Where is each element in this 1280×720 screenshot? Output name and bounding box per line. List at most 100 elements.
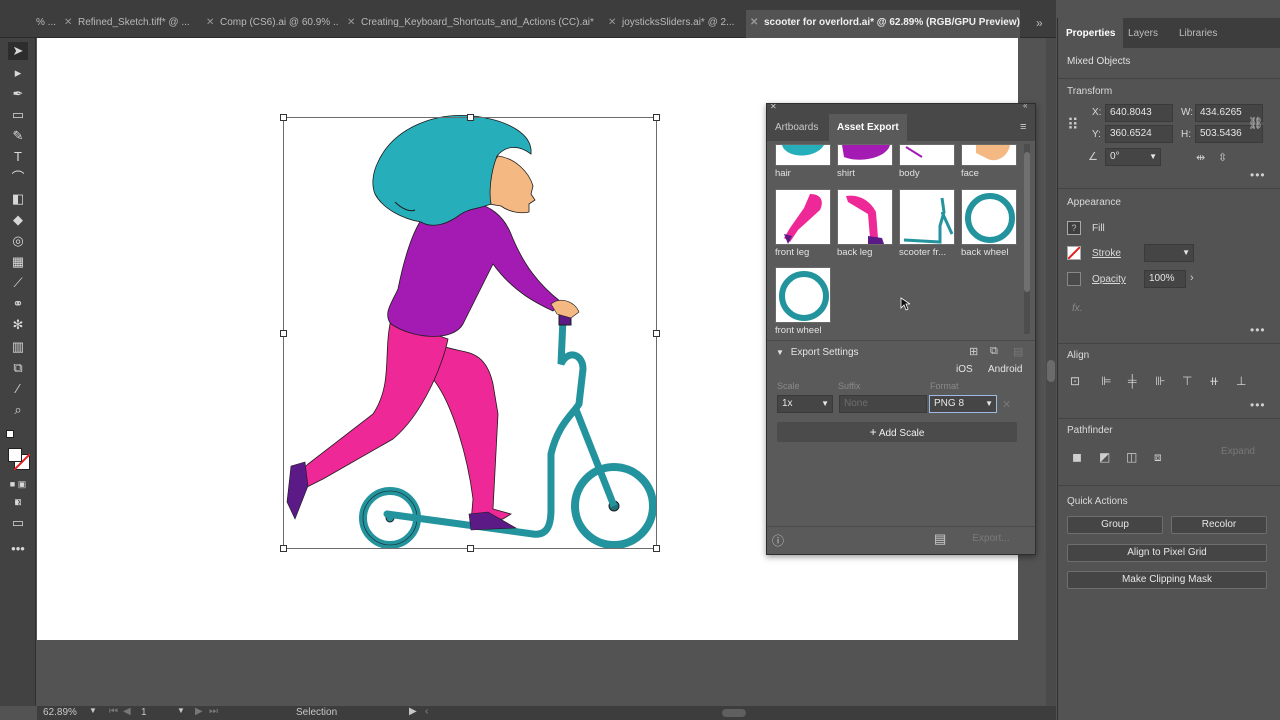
asset-item[interactable]: face: [961, 144, 1017, 179]
opacity-label[interactable]: Opacity: [1092, 274, 1126, 285]
expand-button[interactable]: Expand: [1211, 443, 1265, 461]
close-icon[interactable]: ✕: [750, 10, 764, 36]
resize-handle[interactable]: [280, 114, 287, 121]
close-icon[interactable]: ✕: [64, 10, 78, 36]
vertical-scrollbar[interactable]: [1046, 38, 1056, 706]
asset-item[interactable]: shirt: [837, 144, 893, 179]
y-field[interactable]: 360.6524: [1105, 125, 1173, 143]
exclude-icon[interactable]: ⧈: [1154, 450, 1162, 465]
asset-item[interactable]: body: [899, 144, 955, 179]
more-options-icon[interactable]: •••: [1250, 398, 1266, 412]
align-to-pixel-grid-button[interactable]: Align to Pixel Grid: [1067, 544, 1267, 562]
suffix-input[interactable]: None: [839, 395, 927, 413]
tab-libraries[interactable]: Libraries: [1171, 18, 1225, 48]
document-tab[interactable]: ✕ Refined_Sketch.tiff* @ ...: [64, 10, 196, 38]
zoom-level[interactable]: 62.89%: [43, 707, 77, 718]
unite-icon[interactable]: ◼: [1072, 450, 1082, 464]
effects-icon[interactable]: fx.: [1072, 303, 1083, 314]
artboard-tool-icon[interactable]: ⧉: [8, 359, 28, 377]
slice-tool-icon[interactable]: ⁄: [8, 380, 28, 398]
asset-list-scrollbar[interactable]: [1024, 144, 1030, 334]
stroke-weight-field[interactable]: ▼: [1144, 244, 1194, 262]
scale-select[interactable]: 1x ▼: [777, 395, 833, 413]
x-field[interactable]: 640.8043: [1105, 104, 1173, 122]
symbol-sprayer-tool-icon[interactable]: ✻: [8, 316, 28, 334]
curvature-tool-icon[interactable]: ⌒: [8, 169, 28, 187]
asset-item[interactable]: scooter fr...: [899, 189, 955, 258]
previous-artboard-icon[interactable]: ◀: [123, 706, 131, 717]
collapse-icon[interactable]: «: [1023, 101, 1027, 110]
resize-handle[interactable]: [653, 330, 660, 337]
rotate-field[interactable]: 0° ▼: [1105, 148, 1161, 166]
align-bottom-icon[interactable]: ⊥: [1236, 374, 1246, 388]
resize-handle[interactable]: [280, 330, 287, 337]
reference-point-icon[interactable]: ⠿: [1067, 115, 1079, 135]
asset-item[interactable]: back leg: [837, 189, 893, 258]
disclosure-triangle-icon[interactable]: ▼: [776, 348, 784, 357]
status-menu-icon[interactable]: ▶: [409, 706, 417, 717]
first-artboard-icon[interactable]: ⏮: [109, 706, 118, 717]
constrain-proportions-icon[interactable]: ⛓: [1248, 116, 1263, 130]
panel-header-bar[interactable]: ✕ «: [767, 101, 1035, 114]
selection-bounding-box[interactable]: [280, 114, 660, 552]
zoom-tool-icon[interactable]: ⌕: [8, 401, 28, 419]
export-settings-header[interactable]: ▼ Export Settings: [776, 347, 859, 358]
resize-handle[interactable]: [653, 114, 660, 121]
eraser-tool-icon[interactable]: ◆: [8, 211, 28, 229]
direct-selection-tool-icon[interactable]: ▸: [8, 64, 28, 82]
resize-handle[interactable]: [653, 545, 660, 552]
rectangle-tool-icon[interactable]: ▭: [8, 106, 28, 124]
blend-tool-icon[interactable]: ⚭: [8, 295, 28, 313]
add-asset-icon[interactable]: ⊞: [969, 345, 978, 358]
scrollbar-thumb[interactable]: [1024, 152, 1030, 292]
chevron-down-icon[interactable]: ▼: [89, 706, 97, 715]
scrollbar-thumb[interactable]: [1047, 360, 1055, 382]
export-button[interactable]: Export...: [955, 531, 1027, 547]
close-icon[interactable]: ✕: [347, 10, 361, 36]
android-preset[interactable]: Android: [988, 364, 1022, 375]
more-tools-icon[interactable]: •••: [8, 540, 28, 558]
fill-label[interactable]: Fill: [1092, 223, 1105, 234]
tab-layers[interactable]: Layers: [1120, 18, 1166, 48]
column-graph-tool-icon[interactable]: ▥: [8, 338, 28, 356]
document-tab[interactable]: ✕ Comp (CS6).ai @ 60.9% ...: [206, 10, 338, 38]
delete-icon[interactable]: ▤: [1013, 345, 1023, 358]
chevron-right-icon[interactable]: ›: [1190, 272, 1194, 284]
horizontal-scrollbar-thumb[interactable]: [722, 709, 746, 717]
resize-handle[interactable]: [467, 545, 474, 552]
asset-item[interactable]: back wheel: [961, 189, 1017, 258]
ios-preset[interactable]: iOS: [956, 364, 973, 375]
info-icon[interactable]: ⓘ: [772, 532, 784, 549]
opacity-field[interactable]: 100%: [1144, 270, 1186, 288]
align-vertical-center-icon[interactable]: ⧺: [1209, 374, 1219, 388]
artboard-number[interactable]: 1: [141, 707, 147, 718]
tabs-overflow-icon[interactable]: »: [1036, 16, 1043, 30]
eyedropper-tool-icon[interactable]: ⟋: [8, 274, 28, 292]
resize-handle[interactable]: [280, 545, 287, 552]
resize-handle[interactable]: [467, 114, 474, 121]
flip-vertical-icon[interactable]: ⇳: [1218, 151, 1227, 164]
reflect-tool-icon[interactable]: ◧: [8, 190, 28, 208]
drawing-mode-icon[interactable]: ◐: [8, 493, 28, 511]
scroll-left-icon[interactable]: ‹: [425, 706, 428, 717]
export-queue-icon[interactable]: ▤: [934, 531, 946, 547]
align-horizontal-center-icon[interactable]: ╪: [1128, 374, 1137, 388]
document-tab-active[interactable]: ✕ scooter for overlord.ai* @ 62.89% (RGB/…: [746, 10, 1020, 38]
close-icon[interactable]: ✕: [206, 10, 220, 36]
stroke-swatch-icon[interactable]: [8, 448, 22, 462]
pen-tool-icon[interactable]: ✒: [8, 85, 28, 103]
default-colors-icon[interactable]: [6, 430, 14, 438]
next-artboard-icon[interactable]: ▶: [195, 706, 203, 717]
asset-item[interactable]: front leg: [775, 189, 831, 258]
type-tool-icon[interactable]: T: [8, 148, 28, 166]
asset-item[interactable]: hair: [775, 144, 831, 179]
more-options-icon[interactable]: •••: [1250, 323, 1266, 337]
last-artboard-icon[interactable]: ⏭: [209, 706, 218, 717]
chevron-down-icon[interactable]: ▼: [177, 706, 185, 715]
stroke-label[interactable]: Stroke: [1092, 248, 1121, 259]
minus-front-icon[interactable]: ◩: [1099, 450, 1110, 464]
close-icon[interactable]: ✕: [770, 102, 777, 111]
document-tab[interactable]: ✕ Creating_Keyboard_Shortcuts_and_Actions…: [347, 10, 599, 38]
add-scale-button[interactable]: + Add Scale: [777, 422, 1017, 442]
asset-item[interactable]: front wheel: [775, 267, 831, 336]
